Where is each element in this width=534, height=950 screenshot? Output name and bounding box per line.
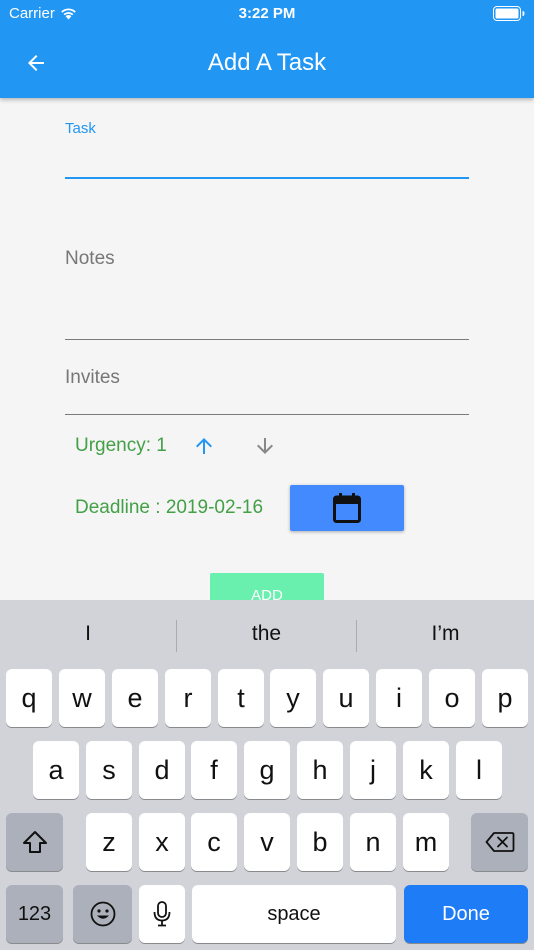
- calendar-icon: [333, 493, 361, 523]
- battery-icon: [493, 6, 525, 21]
- key[interactable]: b: [297, 813, 343, 871]
- key[interactable]: f: [191, 741, 237, 799]
- done-key[interactable]: Done: [404, 885, 528, 943]
- key[interactable]: q: [6, 669, 52, 727]
- key[interactable]: p: [482, 669, 528, 727]
- suggestion-item[interactable]: I: [0, 600, 176, 668]
- clock: 3:22 PM: [238, 5, 296, 22]
- key[interactable]: x: [139, 813, 185, 871]
- page-title: Add A Task: [207, 49, 327, 76]
- app-bar: Carrier 3:22 PM Add A Task: [0, 0, 534, 98]
- key[interactable]: z: [86, 813, 132, 871]
- key[interactable]: m: [403, 813, 449, 871]
- shift-key[interactable]: [6, 813, 63, 871]
- notes-field[interactable]: Notes: [65, 245, 469, 341]
- space-key[interactable]: space: [192, 885, 396, 943]
- key[interactable]: a: [33, 741, 79, 799]
- arrow-up-icon: [196, 438, 212, 454]
- urgency-label: Urgency: 1: [75, 435, 167, 456]
- key[interactable]: r: [165, 669, 211, 727]
- task-underline: [65, 177, 469, 179]
- key[interactable]: c: [191, 813, 237, 871]
- key[interactable]: y: [270, 669, 316, 727]
- deadline-label: Deadline : 2019-02-16: [75, 497, 264, 518]
- invites-underline: [65, 414, 469, 415]
- key[interactable]: k: [403, 741, 449, 799]
- numbers-key[interactable]: 123: [6, 885, 63, 943]
- urgency-down-button[interactable]: [249, 430, 281, 462]
- backspace-icon: [485, 832, 514, 852]
- keyboard: I the I’m q w e r t y u i o p a s d f g …: [0, 600, 534, 950]
- invites-field[interactable]: Invites: [65, 364, 469, 416]
- emoji-key[interactable]: [73, 885, 132, 943]
- key[interactable]: l: [456, 741, 502, 799]
- pick-date-button[interactable]: [290, 485, 404, 531]
- key[interactable]: h: [297, 741, 343, 799]
- notes-underline: [65, 339, 469, 340]
- key[interactable]: v: [244, 813, 290, 871]
- task-field[interactable]: Task: [65, 118, 469, 180]
- suggestion-item[interactable]: the: [177, 600, 356, 668]
- invites-label: Invites: [65, 367, 120, 388]
- dictation-key[interactable]: [139, 885, 185, 943]
- key[interactable]: e: [112, 669, 158, 727]
- key[interactable]: s: [86, 741, 132, 799]
- suggestion-bar: I the I’m: [0, 600, 534, 668]
- status-bar: Carrier 3:22 PM: [0, 0, 534, 28]
- key[interactable]: i: [376, 669, 422, 727]
- arrow-down-icon: [257, 438, 273, 454]
- key[interactable]: t: [218, 669, 264, 727]
- shift-icon: [22, 831, 47, 853]
- key[interactable]: d: [139, 741, 185, 799]
- backspace-key[interactable]: [471, 813, 528, 871]
- key[interactable]: j: [350, 741, 396, 799]
- suggestion-item[interactable]: I’m: [357, 600, 534, 668]
- microphone-icon: [153, 901, 171, 927]
- emoji-icon: [90, 901, 115, 927]
- task-label: Task: [65, 120, 96, 137]
- key[interactable]: n: [350, 813, 396, 871]
- key[interactable]: w: [59, 669, 105, 727]
- key[interactable]: o: [429, 669, 475, 727]
- key[interactable]: g: [244, 741, 290, 799]
- notes-label: Notes: [65, 248, 115, 269]
- urgency-up-button[interactable]: [188, 430, 220, 462]
- key[interactable]: u: [323, 669, 369, 727]
